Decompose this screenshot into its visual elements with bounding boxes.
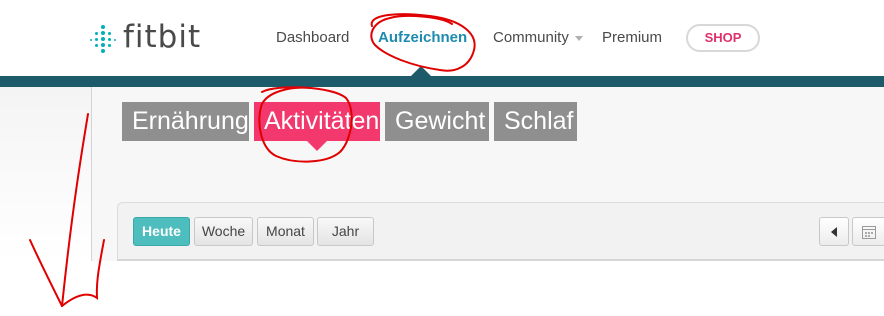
calendar-icon (862, 226, 876, 239)
active-tab-pointer (307, 141, 327, 151)
site-header: fitbit Dashboard Aufzeichnen Community P… (0, 0, 884, 77)
chevron-left-icon (831, 227, 837, 237)
period-woche-button[interactable]: Woche (194, 217, 253, 246)
calendar-button[interactable] (852, 217, 884, 246)
previous-date-button[interactable] (819, 217, 849, 246)
tab-gewicht[interactable]: Gewicht (385, 102, 489, 141)
left-side-panel (0, 87, 92, 261)
period-jahr-button[interactable]: Jahr (317, 217, 374, 246)
logo-wordmark: fitbit (123, 19, 202, 55)
tab-ernaehrung[interactable]: Ernährung (122, 102, 249, 141)
period-monat-button[interactable]: Monat (257, 217, 314, 246)
nav-dashboard[interactable]: Dashboard (276, 29, 349, 46)
nav-premium[interactable]: Premium (602, 29, 662, 46)
fitbit-dots-icon (90, 25, 116, 53)
nav-community[interactable]: Community (493, 29, 583, 46)
nav-community-label: Community (493, 29, 569, 46)
shop-button[interactable]: SHOP (686, 24, 760, 52)
nav-aufzeichnen[interactable]: Aufzeichnen (378, 29, 467, 46)
nav-underline-bar (0, 76, 884, 87)
fitbit-logo[interactable]: fitbit (90, 19, 202, 55)
period-heute-button[interactable]: Heute (133, 217, 190, 246)
chevron-down-icon (574, 35, 583, 41)
tab-aktivitaeten[interactable]: Aktivitäten (254, 102, 380, 141)
tab-schlaf[interactable]: Schlaf (494, 102, 577, 141)
